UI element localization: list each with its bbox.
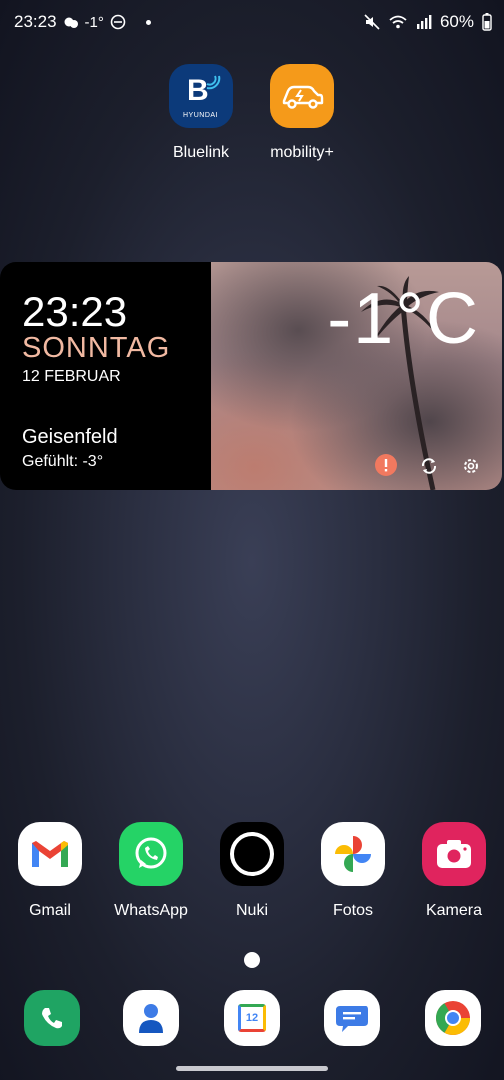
widget-time: 23:23 (22, 288, 128, 335)
app-label: Nuki (235, 902, 268, 919)
wifi-icon (389, 15, 407, 29)
app-label: mobility+ (270, 144, 334, 161)
battery-percentage: 60% (439, 12, 474, 31)
phone-icon (24, 990, 80, 1046)
signal-icon (416, 15, 432, 29)
page-indicator-dot[interactable] (244, 952, 260, 968)
chrome-icon (425, 990, 481, 1046)
app-bluelink[interactable]: B HYUNDAI Bluelink (156, 64, 246, 162)
google-photos-icon (321, 822, 385, 886)
app-whatsapp[interactable]: WhatsApp (101, 822, 201, 920)
dock-calendar[interactable]: 12 (220, 990, 284, 1046)
ev-car-charging-icon (270, 64, 334, 128)
app-label: Gmail (29, 902, 71, 919)
widget-feels-like: Gefühlt: -3° (22, 453, 104, 470)
app-label: WhatsApp (114, 902, 188, 919)
weather-cloud-icon (64, 17, 78, 28)
camera-icon (422, 822, 486, 886)
app-mobility[interactable]: mobility+ (257, 64, 347, 162)
mute-icon (364, 14, 380, 30)
dock-chrome[interactable] (421, 990, 485, 1046)
dock-phone[interactable] (20, 990, 84, 1046)
clock-weather-widget[interactable]: 23:23 SONNTAG 12 FEBRUAR Geisenfeld Gefü… (0, 262, 502, 490)
calendar-day: 12 (245, 1012, 259, 1024)
do-not-disturb-icon (110, 14, 126, 30)
app-label: Fotos (332, 902, 373, 919)
refresh-icon[interactable] (419, 456, 439, 476)
nuki-icon (220, 822, 284, 886)
gesture-navigation-bar[interactable] (176, 1066, 328, 1071)
bluelink-hyundai-icon: B HYUNDAI (169, 64, 233, 128)
calendar-icon: 12 (224, 990, 280, 1046)
app-label: Bluelink (172, 144, 230, 161)
app-fotos[interactable]: Fotos (303, 822, 403, 920)
notification-dot-icon (145, 19, 151, 25)
battery-icon (482, 13, 492, 31)
app-gmail[interactable]: Gmail (0, 822, 100, 920)
hyundai-wordmark: HYUNDAI (183, 112, 219, 119)
dock-contacts[interactable] (119, 990, 183, 1046)
widget-day: SONNTAG (22, 332, 171, 364)
settings-icon[interactable] (461, 456, 481, 476)
whatsapp-icon (119, 822, 183, 886)
alert-icon[interactable] (375, 454, 397, 476)
widget-city: Geisenfeld (22, 426, 118, 448)
status-bar: 23:23 -1° 60% (0, 0, 504, 44)
status-time: 23:23 (14, 12, 57, 31)
widget-temperature: -1°C (327, 279, 480, 359)
clock-panel: 23:23 SONNTAG 12 FEBRUAR Geisenfeld Gefü… (0, 262, 211, 490)
status-temperature: -1° (84, 13, 104, 31)
widget-date: 12 FEBRUAR (22, 368, 121, 385)
app-nuki[interactable]: Nuki (202, 822, 302, 920)
app-kamera[interactable]: Kamera (404, 822, 504, 920)
messages-icon (324, 990, 380, 1046)
dock-messages[interactable] (320, 990, 384, 1046)
gmail-icon (18, 822, 82, 886)
contacts-icon (123, 990, 179, 1046)
weather-panel: -1°C (211, 262, 502, 490)
app-label: Kamera (425, 902, 483, 919)
